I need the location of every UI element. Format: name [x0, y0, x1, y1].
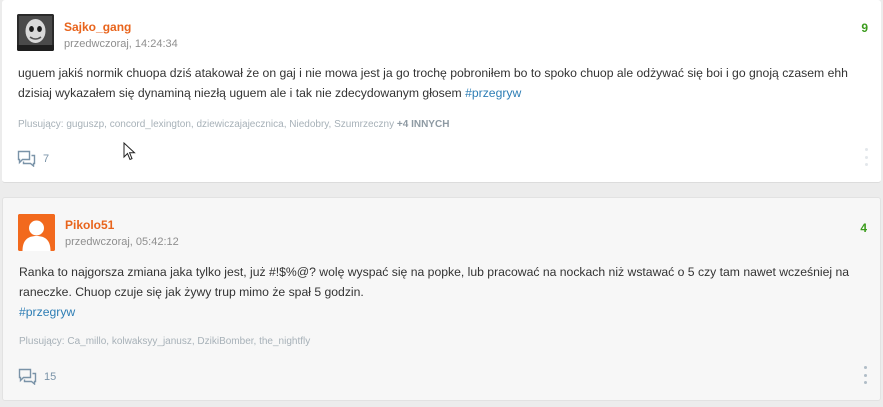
post-date[interactable]: przedwczoraj, 05:42:12 [65, 236, 179, 248]
tag-link[interactable]: #przegryw [19, 305, 75, 319]
user-silhouette-icon [18, 214, 55, 251]
more-vertical-icon[interactable] [863, 148, 869, 166]
comments-button[interactable]: 7 [17, 150, 49, 167]
voters-line: Plusujący: guguszp, concord_lexington, d… [18, 119, 449, 130]
voters-list[interactable]: guguszp, concord_lexington, dziewiczajaj… [66, 119, 394, 130]
avatar[interactable] [17, 14, 54, 51]
entry-body: uguem jakiś normik chuopa dziś atakował … [18, 63, 868, 103]
voters-label: Plusujący: [19, 336, 65, 347]
comment-icon [18, 368, 37, 385]
post-date[interactable]: przedwczoraj, 14:24:34 [64, 38, 178, 50]
vote-score: 4 [860, 221, 867, 235]
voters-label: Plusujący: [18, 119, 64, 130]
entry-text: Ranka to najgorsza zmiana jaka tylko jes… [19, 265, 850, 299]
mouse-cursor-icon [123, 142, 136, 161]
voters-more-link[interactable]: +4 INNYCH [397, 119, 450, 130]
more-vertical-icon[interactable] [862, 366, 868, 384]
voters-line: Plusujący: Ca_millo, kolwaksyy_janusz, D… [19, 336, 310, 347]
entry-body: Ranka to najgorsza zmiana jaka tylko jes… [19, 262, 869, 322]
comments-button[interactable]: 15 [18, 368, 56, 385]
tag-link[interactable]: #przegryw [465, 86, 521, 100]
comments-count: 7 [43, 152, 50, 165]
voters-list[interactable]: Ca_millo, kolwaksyy_janusz, DzikiBomber,… [67, 336, 310, 347]
author-name[interactable]: Sajko_gang [64, 20, 131, 34]
entry-card: Pikolo51 przedwczoraj, 05:42:12 4 Ranka … [2, 197, 881, 401]
avatar[interactable] [18, 214, 55, 251]
comments-count: 15 [44, 370, 57, 383]
entry-text: uguem jakiś normik chuopa dziś atakował … [18, 66, 848, 100]
avatar-photo-icon [17, 14, 54, 51]
vote-score: 9 [861, 21, 868, 35]
comment-icon [17, 150, 36, 167]
author-name[interactable]: Pikolo51 [65, 218, 114, 232]
